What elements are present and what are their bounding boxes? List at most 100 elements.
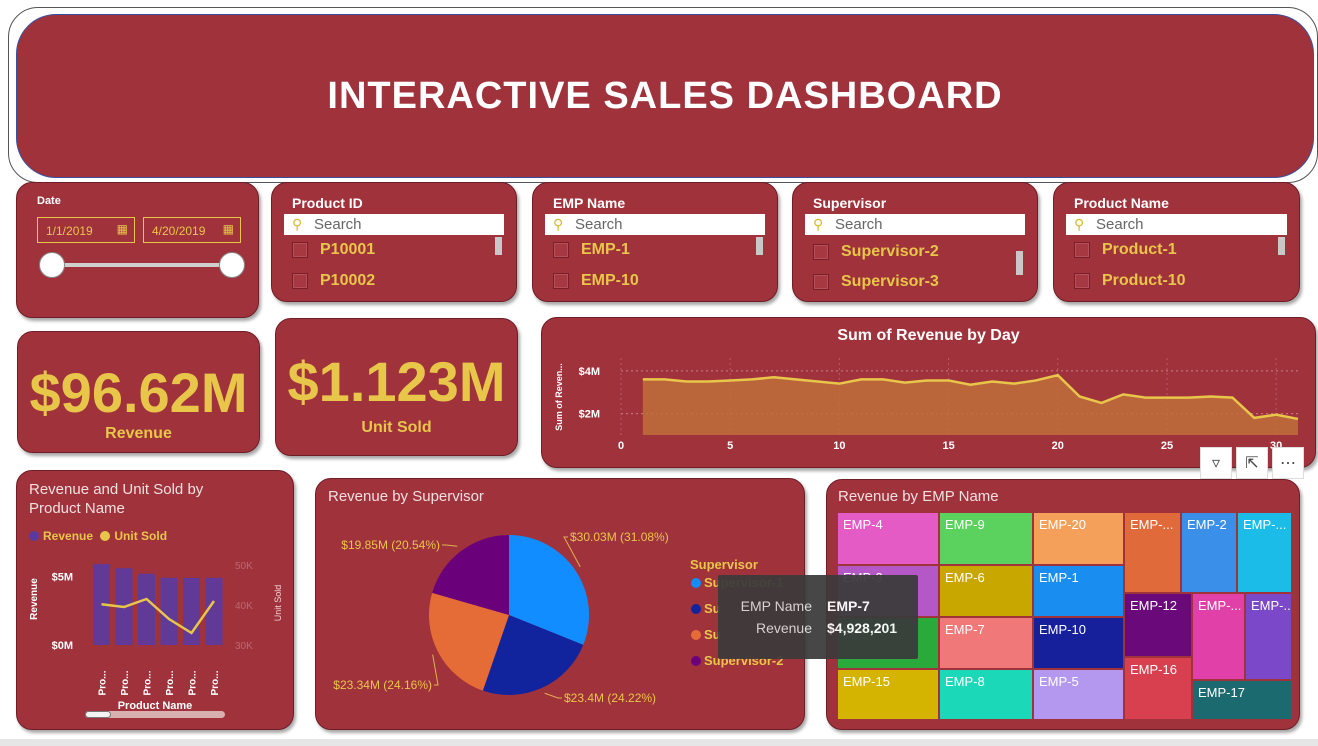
search-icon: ⚲ (292, 216, 303, 232)
y2-tick-label: 50K (235, 561, 253, 572)
slicer-option[interactable]: EMP-1 (553, 241, 630, 259)
revenue-kpi-card: $96.62M Revenue (17, 331, 260, 453)
search-input[interactable]: ⚲ Search (284, 214, 504, 235)
treemap-cell[interactable]: EMP-9 (939, 512, 1033, 565)
checkbox[interactable] (292, 273, 308, 289)
checkbox[interactable] (553, 242, 569, 258)
end-date-input[interactable]: 4/20/2019 ▦ (143, 217, 241, 243)
search-input[interactable]: ⚲ Search (805, 214, 1025, 235)
slicer-option[interactable]: Product-10 (1074, 272, 1186, 290)
option-label: EMP-1 (581, 241, 630, 258)
x-tick-label: 15 (942, 440, 954, 452)
treemap-cell[interactable]: EMP-15 (837, 669, 939, 720)
product-name-slicer: Product Name ⚲ Search Product-1 Product-1… (1053, 182, 1300, 302)
search-placeholder: Search (314, 216, 362, 233)
tooltip-key: EMP Name (740, 598, 812, 614)
more-options-icon[interactable]: ⋯ (1272, 447, 1304, 479)
leader-line (432, 654, 439, 686)
slicer-option[interactable]: P10002 (292, 272, 375, 290)
treemap-cell[interactable]: EMP-8 (939, 669, 1033, 720)
legend-marker (691, 630, 701, 640)
date-range-track[interactable] (51, 263, 231, 267)
date-slicer-label: Date (37, 195, 61, 207)
slicer-option[interactable]: EMP-10 (553, 272, 639, 290)
x-tick-label: Pro... (210, 670, 221, 695)
scrollbar-thumb[interactable] (85, 711, 111, 718)
tooltip-value: $4,928,201 (827, 620, 898, 636)
x-tick-label: 10 (833, 440, 845, 452)
search-input[interactable]: ⚲ Search (1066, 214, 1287, 235)
leader-line (544, 692, 562, 699)
y2-tick-label: 30K (235, 641, 253, 652)
treemap-cell[interactable]: EMP-4 (837, 512, 939, 565)
legend-title: Supervisor (690, 557, 758, 572)
treemap-cell[interactable]: EMP-17 (1192, 680, 1292, 720)
tooltip-value: EMP-7 (827, 598, 870, 614)
tooltip-key: Revenue (755, 620, 812, 636)
revenue-units-by-product-chart[interactable]: Revenue and Unit Sold by Product Name Re… (16, 470, 294, 730)
checkbox[interactable] (292, 242, 308, 258)
option-label: Product-10 (1102, 272, 1186, 289)
data-label: $23.34M (24.16%) (333, 678, 432, 692)
filter-icon[interactable]: ▿ (1200, 447, 1232, 479)
x-tick-label: Pro... (143, 670, 154, 695)
treemap-cell[interactable]: EMP-... (1237, 512, 1292, 593)
checkbox[interactable] (553, 273, 569, 289)
range-start-handle[interactable] (39, 252, 65, 278)
supervisor-slicer: Supervisor ⚲ Search Supervisor-2 Supervis… (792, 182, 1038, 302)
dashboard-title: INTERACTIVE SALES DASHBOARD (327, 74, 1003, 117)
treemap-cell[interactable]: EMP-16 (1124, 657, 1192, 720)
search-icon: ⚲ (1074, 216, 1085, 232)
slicer-option[interactable]: Supervisor-2 (813, 243, 939, 261)
scrollbar[interactable] (1016, 251, 1023, 275)
treemap-cell[interactable]: EMP-20 (1033, 512, 1124, 565)
end-date-value: 4/20/2019 (152, 224, 206, 238)
x-tick-label: Pro... (165, 670, 176, 695)
slicer-option[interactable]: Supervisor-3 (813, 273, 939, 291)
data-label: $23.4M (24.22%) (564, 691, 656, 705)
x-tick-label: 20 (1052, 440, 1064, 452)
calendar-icon[interactable]: ▦ (223, 222, 234, 236)
data-label: $30.03M (31.08%) (570, 530, 669, 544)
y-axis-label: Sum of Reven... (554, 363, 564, 431)
x-tick-label: Pro... (120, 670, 131, 695)
slicer-option[interactable]: P10001 (292, 241, 375, 259)
search-placeholder: Search (1096, 216, 1144, 233)
treemap-cell[interactable]: EMP-... (1245, 593, 1292, 680)
leader-line (442, 544, 458, 547)
option-label: EMP-10 (581, 272, 639, 289)
y2-tick-label: 40K (235, 601, 253, 612)
treemap-cell[interactable]: EMP-10 (1033, 617, 1124, 669)
focus-mode-icon[interactable]: ⇱ (1236, 447, 1268, 479)
legend-marker (691, 656, 701, 666)
search-input[interactable]: ⚲ Search (545, 214, 765, 235)
scrollbar[interactable] (495, 237, 502, 255)
checkbox[interactable] (1074, 242, 1090, 258)
slicer-option[interactable]: Product-1 (1074, 241, 1177, 259)
treemap-cell[interactable]: EMP-... (1192, 593, 1245, 680)
option-label: Supervisor-3 (841, 273, 939, 290)
y2-axis-label: Unit Sold (273, 585, 283, 622)
horizontal-scrollbar[interactable] (85, 711, 225, 718)
option-label: Product-1 (1102, 241, 1177, 258)
checkbox[interactable] (813, 274, 829, 290)
start-date-input[interactable]: 1/1/2019 ▦ (37, 217, 135, 243)
checkbox[interactable] (1074, 273, 1090, 289)
option-label: P10001 (320, 241, 376, 258)
calendar-icon[interactable]: ▦ (117, 222, 128, 236)
treemap-cell[interactable]: EMP-... (1124, 512, 1181, 593)
treemap-cell[interactable]: EMP-7 (939, 617, 1033, 669)
scrollbar[interactable] (756, 237, 763, 255)
treemap-cell[interactable]: EMP-2 (1181, 512, 1237, 593)
range-end-handle[interactable] (219, 252, 245, 278)
treemap-cell[interactable]: EMP-12 (1124, 593, 1192, 657)
x-tick-label: Pro... (98, 670, 109, 695)
treemap-cell[interactable]: EMP-6 (939, 565, 1033, 617)
combo-chart-svg: $0M $5M 30K 40K 50K Revenue Unit Sold Pro... Pro… (29, 561, 283, 712)
treemap-cell[interactable]: EMP-5 (1033, 669, 1124, 720)
scrollbar[interactable] (1278, 237, 1285, 255)
y-tick-label: $2M (579, 409, 600, 421)
checkbox[interactable] (813, 244, 829, 260)
revenue-by-day-chart[interactable]: Sum of Revenue by Day 0 5 10 15 20 25 30 $2M $4M… (541, 317, 1316, 468)
treemap-cell[interactable]: EMP-1 (1033, 565, 1124, 617)
